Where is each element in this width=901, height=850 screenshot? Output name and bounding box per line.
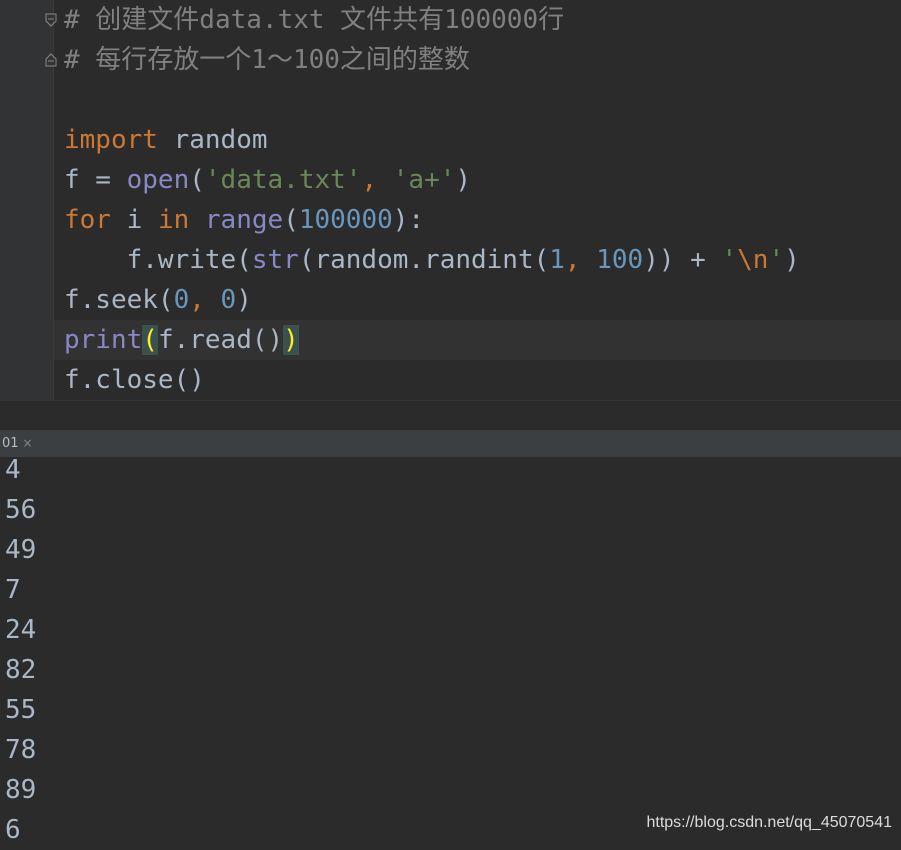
console-line: 82 — [5, 655, 37, 685]
console-line: 7 — [5, 575, 21, 605]
code-token: 'data.txt' — [204, 165, 362, 195]
code-token: # 每行存放一个1～100之间的整数 — [64, 45, 470, 75]
code-token: f.read() — [157, 325, 284, 355]
code-token: 'a+' — [392, 165, 456, 195]
console-output[interactable]: 4 56 49 7 24 82 55 78 89 6 — [0, 455, 901, 845]
run-tab-bar: 01 × — [0, 430, 901, 458]
code-token: 0 — [220, 285, 237, 315]
code-token: 1 — [549, 245, 565, 275]
code-editor[interactable]: # 创建文件data.txt 文件共有100000行 # 每行存放一个1～100之… — [0, 0, 901, 400]
code-token: ) — [784, 245, 800, 275]
code-line[interactable]: print(f.read()) — [54, 320, 901, 360]
fold-end-icon[interactable] — [45, 53, 57, 67]
code-token: ' — [721, 245, 738, 275]
code-token: f = — [64, 165, 127, 195]
code-token: f.seek( — [64, 285, 174, 315]
code-token: i — [110, 205, 158, 235]
code-token: ) — [283, 325, 299, 355]
code-token: ' — [768, 245, 785, 275]
code-line[interactable]: # 每行存放一个1～100之间的整数 — [64, 40, 901, 80]
code-line[interactable]: f.seek(0, 0) — [64, 280, 901, 320]
code-line[interactable]: f.close() — [64, 360, 901, 400]
console-line: 89 — [5, 775, 37, 805]
code-token: 100 — [596, 245, 644, 275]
code-line[interactable]: f = open('data.txt', 'a+') — [64, 160, 901, 200]
code-token: 0 — [173, 285, 190, 315]
fold-collapse-icon[interactable] — [45, 13, 57, 27]
watermark: https://blog.csdn.net/qq_45070541 — [646, 814, 892, 831]
code-line[interactable]: f.write(str(random.randint(1, 100)) + '\… — [64, 240, 901, 280]
code-token: ( — [142, 325, 158, 355]
code-area[interactable]: # 创建文件data.txt 文件共有100000行 # 每行存放一个1～100之… — [54, 0, 901, 400]
code-token: import — [64, 125, 158, 155]
code-token: \n — [737, 245, 769, 275]
code-token: (random.randint( — [298, 245, 550, 275]
console-line: 24 — [5, 615, 37, 645]
code-token: f.close() — [64, 365, 205, 395]
code-token: )) + — [643, 245, 722, 275]
run-tab-label: 01 — [2, 436, 19, 451]
code-line[interactable]: import random — [64, 120, 901, 160]
console-line: 49 — [5, 535, 37, 565]
code-line[interactable]: # 创建文件data.txt 文件共有100000行 — [64, 0, 901, 40]
code-token: for — [64, 205, 111, 235]
code-token: ( — [283, 205, 299, 235]
code-token: , — [361, 165, 393, 195]
code-token: 100000 — [298, 205, 393, 235]
code-token: # 创建文件data.txt 文件共有100000行 — [64, 5, 565, 35]
code-token: ) — [236, 285, 252, 315]
code-token: ) — [455, 165, 472, 195]
code-token: print — [64, 325, 143, 355]
code-token: f.write( — [64, 245, 252, 275]
code-line[interactable] — [64, 80, 901, 120]
close-icon[interactable]: × — [23, 436, 33, 450]
code-token: , — [564, 245, 597, 275]
console-line: 4 — [5, 455, 21, 485]
code-token: , — [189, 285, 221, 315]
code-token: open — [126, 165, 190, 195]
console-line: 56 — [5, 495, 37, 525]
code-token: ( — [189, 165, 205, 195]
panel-separator[interactable] — [0, 400, 901, 431]
code-line[interactable]: for i in range(100000): — [64, 200, 901, 240]
code-token: in — [157, 205, 190, 235]
console-line: 6 — [5, 815, 21, 845]
console-line: 78 — [5, 735, 37, 765]
code-token: range — [204, 205, 284, 235]
code-token: str — [251, 245, 299, 275]
code-token: random — [157, 125, 268, 155]
code-token: ): — [392, 205, 425, 235]
console-line: 55 — [5, 695, 37, 725]
